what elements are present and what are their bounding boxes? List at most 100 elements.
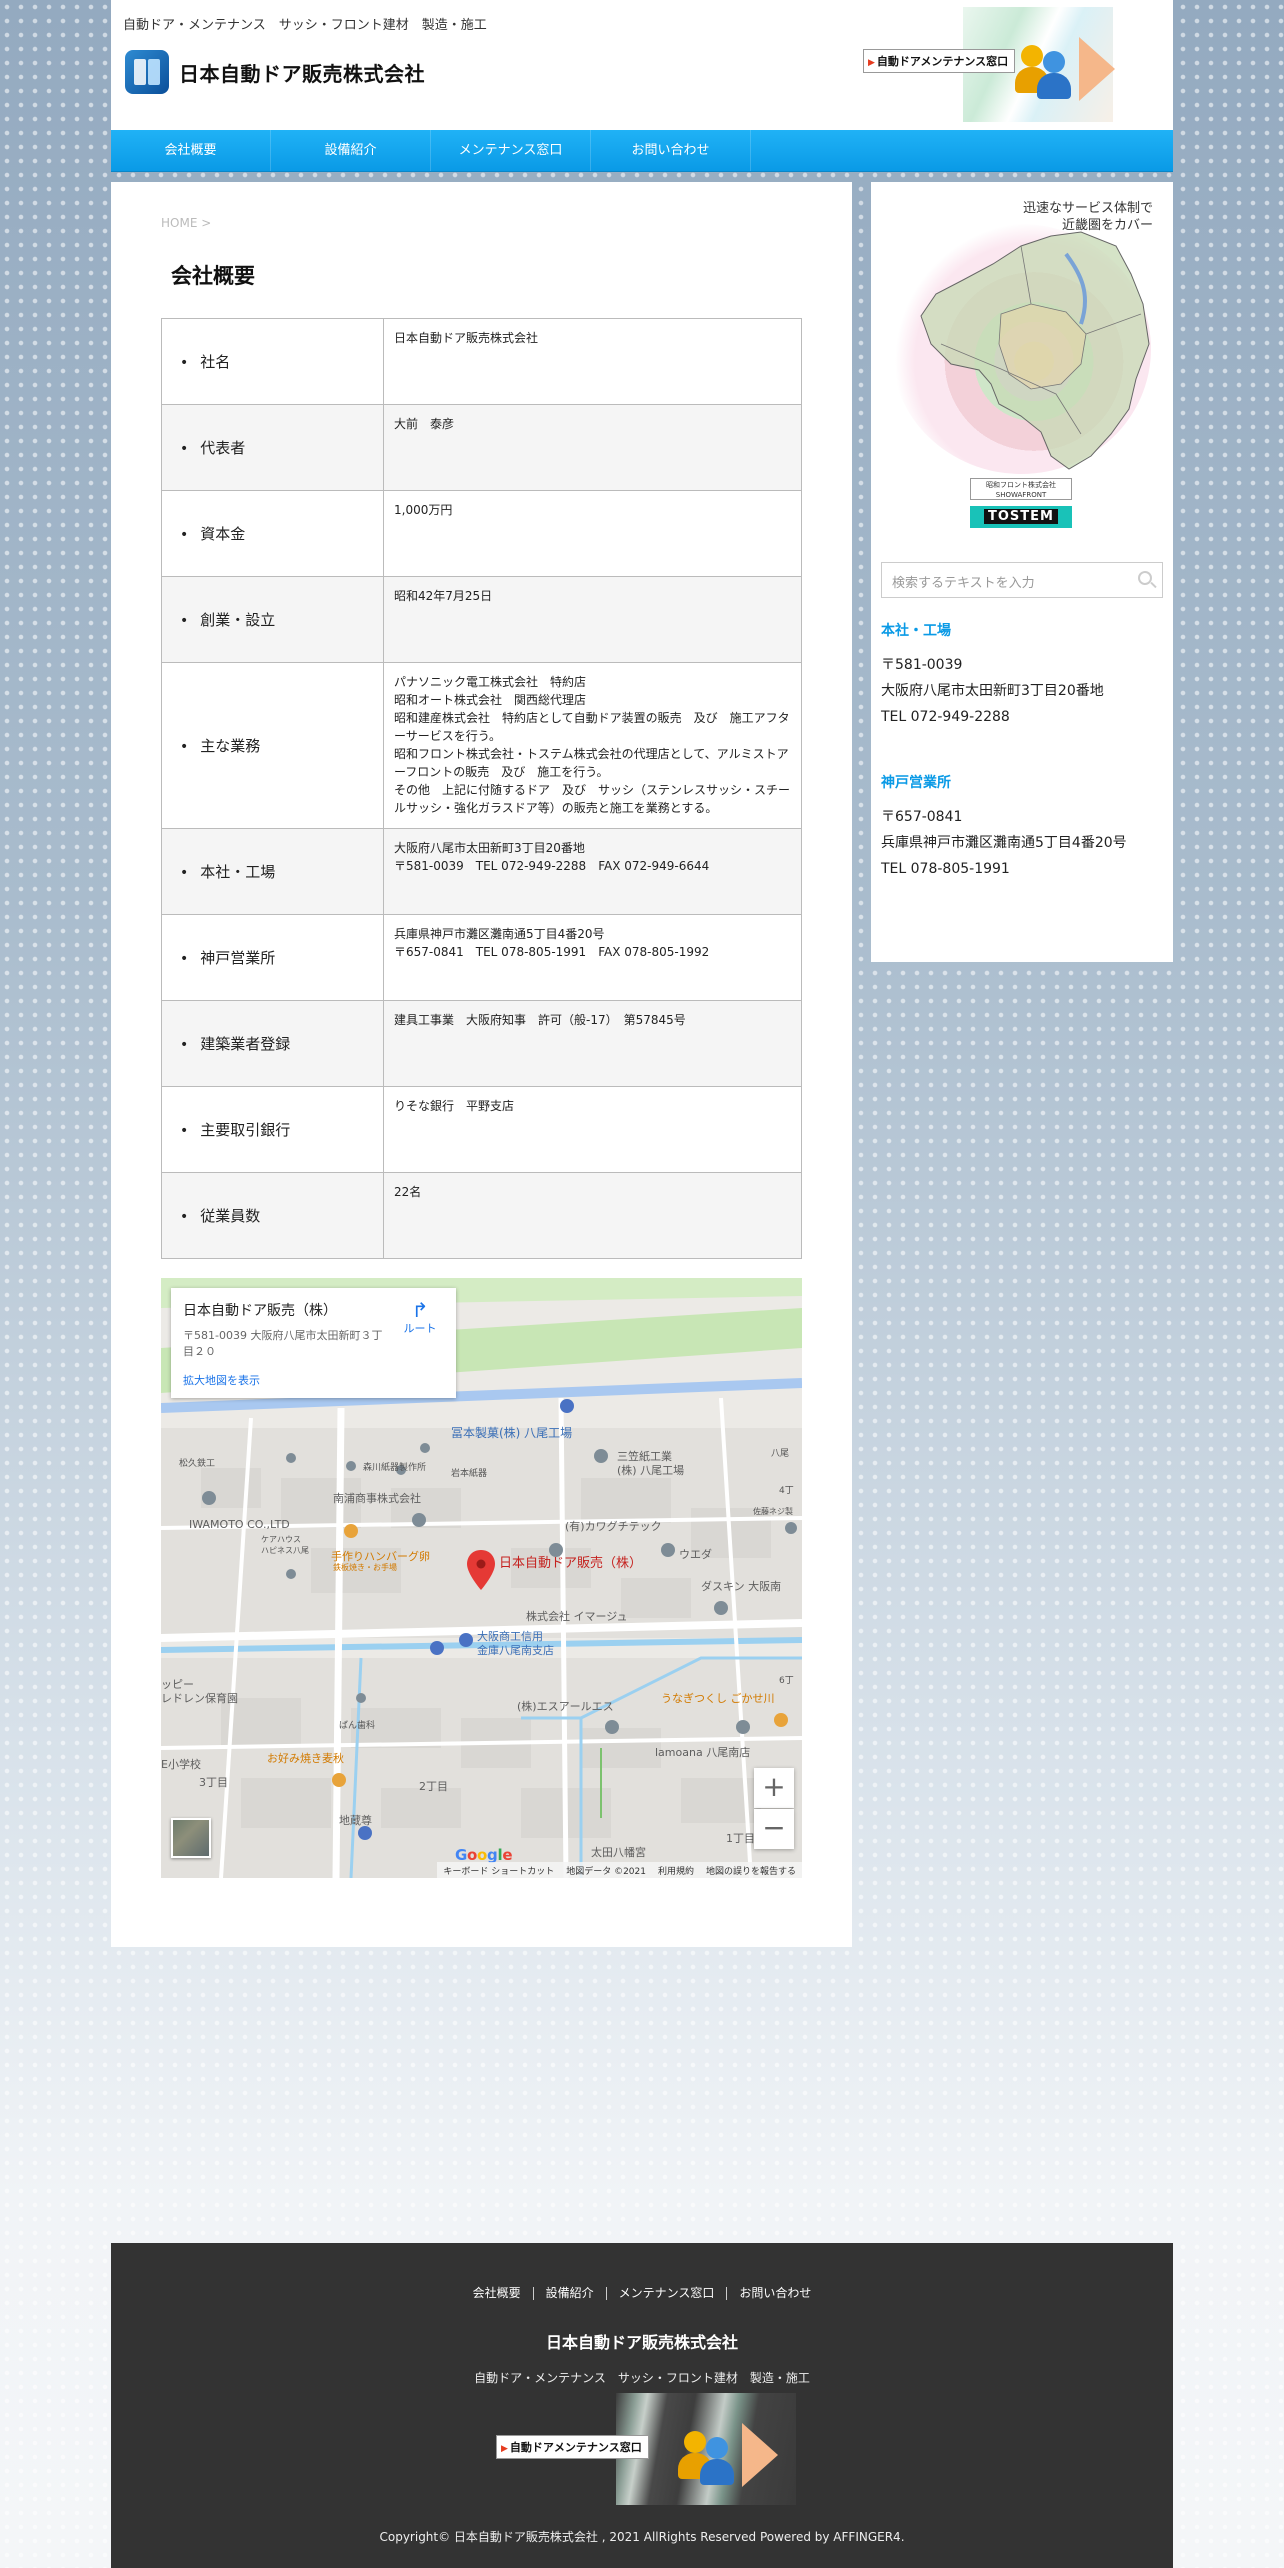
map-place-address: 〒581-0039 大阪府八尾市太田新町３丁目２０: [183, 1329, 383, 1358]
table-row: 資本金 1,000万円: [161, 490, 802, 577]
map-label: ケアハウス ハピネス八尾: [261, 1535, 309, 1555]
row-value: 大阪府八尾市太田新町3丁目20番地 〒581-0039 TEL 072-949-…: [394, 841, 710, 873]
map-label: お好み焼き麦秋: [267, 1752, 344, 1765]
row-value: 日本自動ドア販売株式会社: [394, 331, 539, 345]
map-label: (有)カワグチテック: [565, 1520, 662, 1533]
tostem-logo[interactable]: TOSTEM: [970, 506, 1072, 528]
row-label: 主要取引銀行: [180, 1121, 290, 1139]
row-label: 本社・工場: [180, 863, 275, 881]
map-info-card: 日本自動ドア販売（株） 〒581-0039 大阪府八尾市太田新町３丁目２０ 拡大…: [171, 1288, 456, 1398]
map-label: 松久鉄工: [179, 1459, 216, 1469]
map-label: 1丁目: [726, 1832, 755, 1845]
map-footer: キーボード ショートカット 地図データ ©2021 利用規約 地図の誤りを報告す…: [437, 1862, 802, 1878]
map-label: 4丁: [779, 1486, 794, 1496]
footer-maintenance-banner[interactable]: 自動ドアメンテナンス窓口: [496, 2393, 796, 2505]
breadcrumb[interactable]: HOME >: [161, 216, 211, 230]
row-label: 主な業務: [180, 737, 260, 755]
search-input[interactable]: 検索するテキストを入力: [881, 562, 1163, 598]
row-label: 代表者: [180, 439, 245, 457]
nav-item-contact[interactable]: お問い合わせ: [591, 130, 751, 171]
zoom-in-button[interactable]: +: [754, 1768, 794, 1808]
map-label: 三笠紙工業 (株) 八尾工場: [617, 1450, 685, 1477]
row-value: 1,000万円: [394, 503, 453, 517]
nav-item-company[interactable]: 会社概要: [111, 130, 271, 171]
people-icon: [676, 2431, 736, 2487]
sidebar-heading-honsha: 本社・工場: [881, 623, 951, 639]
main-content: HOME > 会社概要 社名 日本自動ドア販売株式会社 代表者 大前 泰彦 資本金 1…: [111, 182, 852, 1947]
sidebar: 迅速なサービス体制で 近畿圏をカバー 昭和フロント株式会社 SHOWAFRONT…: [871, 182, 1173, 962]
honsha-zip: 〒581-0039: [881, 657, 963, 673]
report-error-link[interactable]: 地図の誤りを報告する: [706, 1864, 796, 1877]
row-label: 建築業者登録: [180, 1035, 290, 1053]
map-label: 3丁目: [199, 1776, 228, 1789]
map-label: 佐藤ネジ製: [753, 1507, 793, 1516]
site-tagline: 自動ドア・メンテナンス サッシ・フロント建材 製造・施工: [123, 18, 487, 33]
banner-arrow-icon: [1079, 37, 1115, 101]
map-label: 南浦商事株式会社: [333, 1492, 421, 1505]
map-label: ダスキン 大阪南: [701, 1580, 782, 1593]
terms-link[interactable]: 利用規約: [658, 1864, 694, 1877]
sidebar-kobe-info: 〒657-0841 兵庫県神戸市灘区灘南通5丁目4番20号 TEL 078-80…: [881, 804, 1127, 882]
map-label: 森川紙器製作所: [363, 1463, 427, 1473]
table-row: 社名 日本自動ドア販売株式会社: [161, 318, 802, 405]
showa-front-logo[interactable]: 昭和フロント株式会社 SHOWAFRONT: [970, 478, 1072, 500]
map-label: 6丁: [779, 1676, 794, 1686]
search-placeholder: 検索するテキストを入力: [892, 576, 1035, 591]
row-value: 建具工事業 大阪府知事 許可（般-17） 第57845号: [394, 1013, 686, 1027]
site-footer: 会社概要 設備紹介 メンテナンス窓口 お問い合わせ 日本自動ドア販売株式会社 自…: [111, 2243, 1173, 2568]
kobe-address: 兵庫県神戸市灘区灘南通5丁目4番20号: [881, 835, 1127, 851]
footer-nav-contact[interactable]: お問い合わせ: [726, 2287, 823, 2300]
copyright: Copyright© 日本自動ドア販売株式会社 , 2021 AllRights…: [379, 2530, 905, 2544]
table-row: 代表者 大前 泰彦: [161, 404, 802, 491]
google-map[interactable]: 冨本製菓(株) 八尾工場 三笠紙工業 (株) 八尾工場 南浦商事株式会社 IWA…: [161, 1278, 802, 1878]
footer-nav-equipment[interactable]: 設備紹介: [532, 2287, 606, 2300]
sidebar-heading-kobe: 神戸営業所: [881, 775, 951, 791]
zoom-out-button[interactable]: −: [754, 1809, 794, 1849]
table-row: 建築業者登録 建具工事業 大阪府知事 許可（般-17） 第57845号: [161, 1000, 802, 1087]
site-header: 自動ドア・メンテナンス サッシ・フロント建材 製造・施工 日本自動ドア販売株式会…: [111, 0, 1173, 130]
maintenance-banner[interactable]: 自動ドアメンテナンス窓口: [863, 7, 1133, 122]
map-label: ばん歯科: [339, 1721, 376, 1731]
map-label: (株)エスアールエス: [517, 1700, 614, 1713]
table-row: 本社・工場 大阪府八尾市太田新町3丁目20番地 〒581-0039 TEL 072…: [161, 828, 802, 915]
kobe-zip: 〒657-0841: [881, 809, 963, 825]
map-pin-label[interactable]: 日本自動ドア販売（株）: [499, 1552, 642, 1571]
honsha-address: 大阪府八尾市太田新町3丁目20番地: [881, 683, 1104, 699]
satellite-toggle[interactable]: [171, 1818, 211, 1858]
row-value: 22名: [394, 1185, 422, 1199]
row-value: パナソニック電工株式会社 特約店 昭和オート株式会社 関西総代理店 昭和建産株式…: [394, 675, 791, 815]
tostem-logo-text: TOSTEM: [984, 509, 1058, 524]
row-value: 大前 泰彦: [394, 417, 455, 431]
kinki-coverage-map[interactable]: 迅速なサービス体制で 近畿圏をカバー: [881, 194, 1163, 474]
sidebar-honsha-info: 〒581-0039 大阪府八尾市太田新町3丁目20番地 TEL 072-949-…: [881, 652, 1104, 730]
map-label: E小学校: [161, 1758, 201, 1771]
banner-label: 自動ドアメンテナンス窓口: [496, 2435, 649, 2459]
map-larger-link[interactable]: 拡大地図を表示: [183, 1372, 444, 1388]
map-label: 太田八幡宮: [591, 1846, 646, 1859]
footer-nav: 会社概要 設備紹介 メンテナンス窓口 お問い合わせ: [111, 2287, 1173, 2300]
people-icon: [1013, 45, 1073, 101]
route-label: ルート: [403, 1322, 437, 1335]
footer-tagline: 自動ドア・メンテナンス サッシ・フロント建材 製造・施工: [474, 2371, 810, 2385]
site-logo[interactable]: 日本自動ドア販売株式会社: [125, 50, 425, 94]
map-label: 大阪商工信用 金庫八尾南支店: [477, 1630, 554, 1657]
table-row: 主要取引銀行 りそな銀行 平野支店: [161, 1086, 802, 1173]
banner-label: 自動ドアメンテナンス窓口: [863, 49, 1016, 73]
search-icon[interactable]: [1138, 571, 1152, 585]
footer-nav-maintenance[interactable]: メンテナンス窓口: [605, 2287, 727, 2300]
row-value: 昭和42年7月25日: [394, 589, 493, 603]
keyboard-shortcuts-link[interactable]: キーボード ショートカット: [443, 1864, 554, 1877]
map-label: 鉄板焼き・お手場: [333, 1563, 397, 1572]
kobe-tel: TEL 078-805-1991: [881, 861, 1010, 877]
table-row: 主な業務 パナソニック電工株式会社 特約店 昭和オート株式会社 関西総代理店 昭和…: [161, 662, 802, 829]
nav-item-equipment[interactable]: 設備紹介: [271, 130, 431, 171]
nav-item-maintenance[interactable]: メンテナンス窓口: [431, 130, 591, 171]
honsha-tel: TEL 072-949-2288: [881, 709, 1010, 725]
footer-company-name: 日本自動ドア販売株式会社: [545, 2333, 738, 2352]
route-button[interactable]: ↱ ルート: [400, 1300, 440, 1336]
table-row: 従業員数 22名: [161, 1172, 802, 1259]
map-label: 2丁目: [419, 1780, 448, 1793]
map-label: 八尾: [771, 1449, 790, 1459]
footer-nav-company[interactable]: 会社概要: [461, 2287, 533, 2300]
map-label: ウエダ: [679, 1548, 712, 1561]
